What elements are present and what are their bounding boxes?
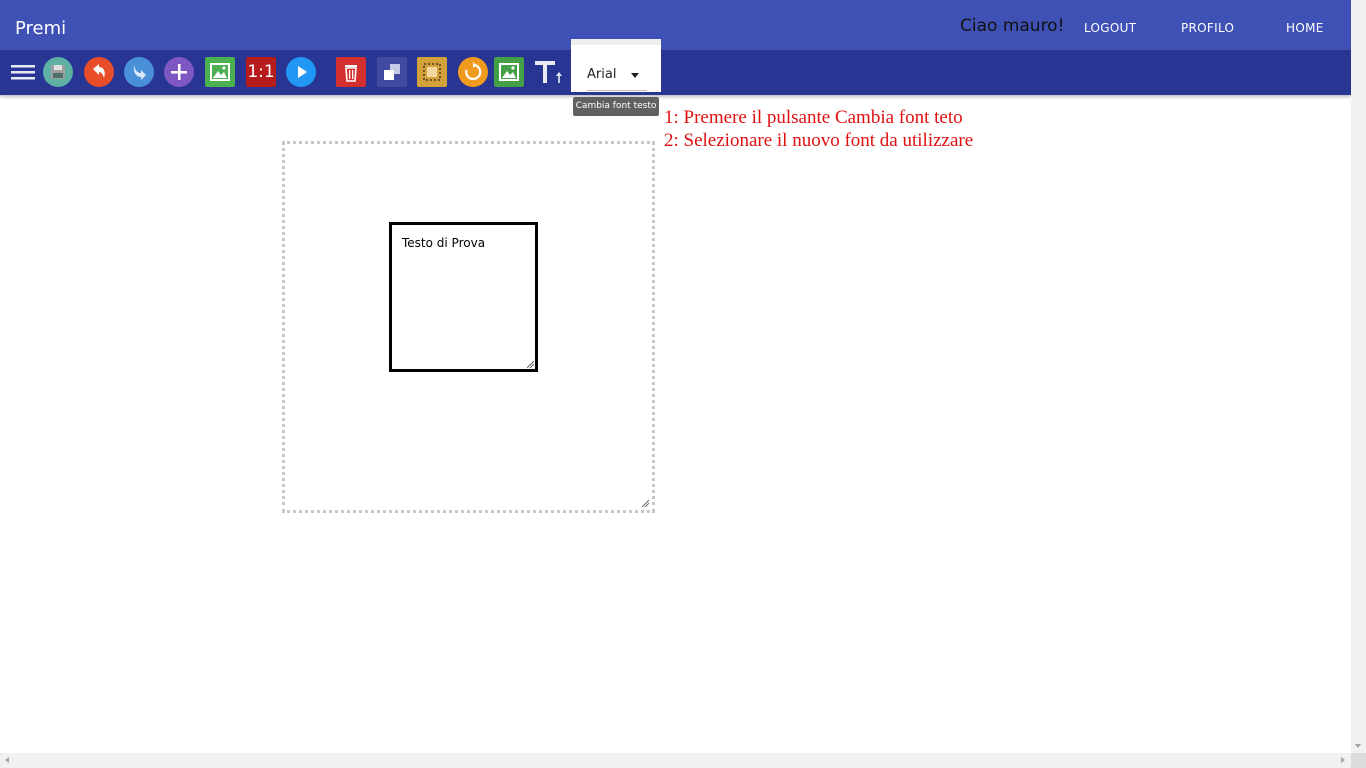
text-box-content[interactable]: Testo di Prova <box>402 236 485 250</box>
scroll-down-arrow-icon[interactable] <box>1355 744 1361 748</box>
font-select[interactable]: Arial <box>587 67 647 91</box>
undo-button[interactable] <box>84 57 114 87</box>
editor-toolbar: 1:1 <box>0 50 1351 95</box>
menu-icon <box>11 65 35 80</box>
font-tooltip: Cambia font testo <box>573 97 659 116</box>
refresh-button[interactable] <box>458 57 488 87</box>
delete-icon <box>345 65 357 82</box>
chevron-down-icon <box>631 73 639 78</box>
instruction-line-1: 1: Premere il pulsante Cambia font teto <box>664 107 963 128</box>
text-size-button[interactable] <box>533 57 563 87</box>
play-button[interactable] <box>286 57 316 87</box>
profile-link[interactable]: PROFILO <box>1181 21 1234 35</box>
text-size-icon <box>535 61 562 83</box>
redo-button[interactable] <box>124 57 154 87</box>
vertical-scrollbar[interactable] <box>1351 0 1366 753</box>
scroll-right-arrow-icon[interactable] <box>1341 757 1345 763</box>
resize-handle-icon[interactable] <box>642 500 649 507</box>
font-select-value: Arial <box>587 67 617 82</box>
add-image-button[interactable] <box>205 57 235 87</box>
save-button[interactable] <box>43 57 73 87</box>
image-icon <box>499 63 519 81</box>
logout-link[interactable]: LOGOUT <box>1084 21 1136 35</box>
top-app-bar: Premi Ciao mauro! LOGOUT PROFILO HOME <box>0 0 1351 50</box>
add-icon <box>171 64 187 80</box>
play-icon <box>298 66 307 78</box>
menu-button[interactable] <box>8 57 38 87</box>
text-box[interactable]: Testo di Prova <box>389 222 538 372</box>
app-title: Premi <box>15 18 67 39</box>
layer-order-button[interactable] <box>377 57 407 87</box>
aspect-ratio-button[interactable]: 1:1 <box>246 57 276 87</box>
delete-button[interactable] <box>336 57 366 87</box>
scrollbar-corner <box>1351 753 1366 768</box>
save-icon <box>51 65 65 79</box>
scroll-left-arrow-icon[interactable] <box>5 757 9 763</box>
refresh-icon <box>465 62 482 81</box>
font-select-panel: Arial <box>571 39 661 92</box>
home-link[interactable]: HOME <box>1286 21 1324 35</box>
background-image-button[interactable] <box>494 57 524 87</box>
image-icon <box>210 63 230 81</box>
crop-button[interactable] <box>417 57 447 87</box>
instructions: 1: Premere il pulsante Cambia font teto … <box>664 106 973 152</box>
undo-icon <box>93 64 105 78</box>
instruction-line-2: 2: Selezionare il nuovo font da utilizza… <box>664 130 974 151</box>
redo-icon <box>133 65 146 80</box>
greeting-text: Ciao mauro! <box>960 16 1065 36</box>
horizontal-scrollbar[interactable] <box>0 753 1351 768</box>
layers-icon <box>384 64 400 80</box>
add-button[interactable] <box>164 57 194 87</box>
crop-icon <box>423 63 441 81</box>
ratio-icon: 1:1 <box>247 62 275 82</box>
resize-handle-icon[interactable] <box>527 361 534 368</box>
